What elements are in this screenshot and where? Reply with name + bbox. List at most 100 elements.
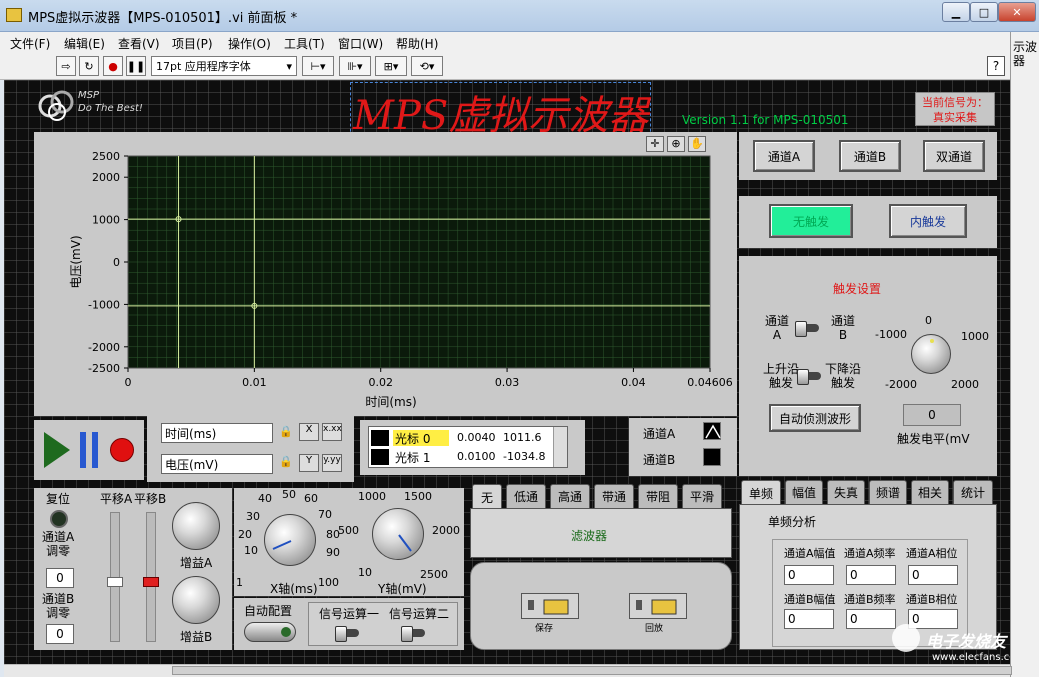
menu-help[interactable]: 帮助(H)	[396, 35, 438, 52]
x-knob-tick-60: 60	[304, 492, 318, 505]
menu-tools[interactable]: 工具(T)	[284, 35, 325, 52]
load-button[interactable]	[629, 593, 687, 619]
y-axis-name-field[interactable]: 电压(mV)	[161, 454, 273, 474]
cursor-table-scrollbar[interactable]	[553, 427, 567, 467]
x-axis-name-field[interactable]: 时间(ms)	[161, 423, 273, 443]
filter-tab-smooth[interactable]: 平滑	[682, 484, 722, 508]
shift-b-label: 平移B	[134, 492, 167, 506]
reorder-button[interactable]: ⟲▾	[411, 56, 443, 76]
trigger-edge-toggle[interactable]	[797, 369, 821, 385]
help-button[interactable]: ?	[987, 56, 1005, 76]
filter-tab-bandpass[interactable]: 带通	[594, 484, 634, 508]
analysis-tab-statistics[interactable]: 统计	[953, 480, 993, 504]
y-axis-knob[interactable]	[372, 508, 424, 560]
auto-config-toggle[interactable]	[244, 622, 296, 642]
y-lock-icon[interactable]: 🔒	[279, 455, 293, 468]
y-tick-label: -2500	[88, 362, 120, 375]
shift-b-slider[interactable]	[143, 512, 159, 642]
menu-file[interactable]: 文件(F)	[10, 35, 50, 52]
op1-toggle[interactable]	[335, 626, 359, 642]
save-button[interactable]	[521, 593, 579, 619]
pause-button[interactable]: ❚❚	[126, 56, 146, 76]
x-knob-tick-40: 40	[258, 492, 272, 505]
horizontal-scrollbar-thumb[interactable]	[172, 666, 1012, 675]
legend-b-plot-icon[interactable]	[703, 448, 721, 466]
x-format-button[interactable]: x.xx	[322, 423, 342, 441]
cursor-1-icon[interactable]	[371, 449, 389, 465]
resize-button[interactable]: ⊞▾	[375, 56, 407, 76]
ch-b-amp-field[interactable]: 0	[784, 609, 834, 629]
menu-edit[interactable]: 编辑(E)	[64, 35, 105, 52]
menu-view[interactable]: 查看(V)	[118, 35, 160, 52]
close-button[interactable]: ✕	[998, 2, 1036, 22]
version-label: Version 1.1 for MPS-010501	[682, 113, 849, 127]
reset-led-button[interactable]	[50, 510, 68, 528]
menu-operate[interactable]: 操作(O)	[228, 35, 271, 52]
distribute-button[interactable]: ⊪▾	[339, 56, 371, 76]
internal-trigger-button[interactable]: 内触发	[889, 204, 967, 238]
menu-project[interactable]: 项目(P)	[172, 35, 213, 52]
ch-a-amp-field[interactable]: 0	[784, 565, 834, 585]
filter-tab-highpass[interactable]: 高通	[550, 484, 590, 508]
channel-b-button[interactable]: 通道B	[839, 140, 901, 172]
x-knob-tick-30: 30	[246, 510, 260, 523]
align-button[interactable]: ⊢▾	[302, 56, 334, 76]
x-tick-label: 0.01	[242, 376, 267, 389]
analysis-tab-correlation[interactable]: 相关	[911, 480, 949, 504]
chart-svg[interactable]: 2500 2000 1000 0 -1000 -2000 -2500 0 0.01 0.02 0.0…	[34, 132, 737, 416]
auto-detect-button[interactable]: 自动侦测波形	[769, 404, 861, 432]
gain-b-knob[interactable]	[172, 576, 220, 624]
font-select[interactable]: 17pt 应用程序字体 ▾	[151, 56, 297, 76]
analysis-tab-amplitude[interactable]: 幅值	[785, 480, 823, 504]
dual-channel-button[interactable]: 双通道	[923, 140, 985, 172]
run-continuous-button[interactable]: ↻	[79, 56, 99, 76]
gain-a-label: 增益A	[180, 556, 213, 570]
ch-a-zero-field[interactable]: 0	[46, 568, 74, 588]
abort-button[interactable]: ●	[103, 56, 123, 76]
filter-tab-bandstop[interactable]: 带阻	[638, 484, 678, 508]
ch-a-phase-field[interactable]: 0	[908, 565, 958, 585]
ch-b-phase-field[interactable]: 0	[908, 609, 958, 629]
run-button[interactable]	[44, 432, 70, 471]
y-tick-label: 2000	[92, 171, 120, 184]
analysis-tab-distortion[interactable]: 失真	[827, 480, 865, 504]
ch-b-freq-field[interactable]: 0	[846, 609, 896, 629]
x-lock-icon[interactable]: 🔒	[279, 425, 293, 438]
op2-toggle[interactable]	[401, 626, 425, 642]
x-axis-knob[interactable]	[264, 514, 316, 566]
stop-run-button[interactable]	[110, 438, 134, 462]
ch-b-zero-field[interactable]: 0	[46, 624, 74, 644]
x-autoscale-button[interactable]: X	[299, 423, 319, 441]
no-trigger-button[interactable]: 无触发	[769, 204, 853, 238]
gain-a-knob[interactable]	[172, 502, 220, 550]
filter-tab-lowpass[interactable]: 低通	[506, 484, 546, 508]
x-tick-label: 0.04	[621, 376, 646, 389]
channel-a-button[interactable]: 通道A	[753, 140, 815, 172]
scale-knobs-panel: 1 10 20 30 40 50 60 70 80 90 100 X轴(ms) …	[234, 488, 464, 596]
context-help-strip	[1010, 32, 1039, 677]
cursor-1-y: -1034.8	[503, 450, 546, 463]
trigger-level-knob[interactable]	[911, 334, 951, 374]
shift-a-thumb[interactable]	[107, 577, 123, 587]
analysis-tab-spectrum[interactable]: 频谱	[869, 480, 907, 504]
trigger-knob-tick-br: 2000	[951, 378, 979, 391]
trigger-knob-tick-left: -1000	[875, 328, 907, 341]
y-format-button[interactable]: y.yy	[322, 454, 342, 472]
analysis-tab-single[interactable]: 单频	[741, 480, 781, 506]
trigger-channel-toggle[interactable]	[795, 321, 819, 337]
y-tick-label: 0	[113, 256, 120, 269]
legend-a-plot-icon[interactable]	[703, 422, 721, 440]
shift-b-thumb[interactable]	[143, 577, 159, 587]
minimize-button[interactable]: ▁	[942, 2, 970, 22]
filter-tab-none[interactable]: 无	[472, 484, 502, 510]
shift-a-slider[interactable]	[107, 512, 123, 642]
menu-window[interactable]: 窗口(W)	[338, 35, 383, 52]
ch-a-freq-field[interactable]: 0	[846, 565, 896, 585]
pause-run-button[interactable]	[80, 432, 100, 471]
run-arrow-button[interactable]: ⇨	[56, 56, 76, 76]
cursor-0-icon[interactable]	[371, 430, 389, 446]
watermark-url: www.elecfans.com	[932, 652, 1010, 663]
maximize-button[interactable]: □	[970, 2, 998, 22]
y-autoscale-button[interactable]: Y	[299, 454, 319, 472]
load-label: 回放	[645, 624, 664, 634]
